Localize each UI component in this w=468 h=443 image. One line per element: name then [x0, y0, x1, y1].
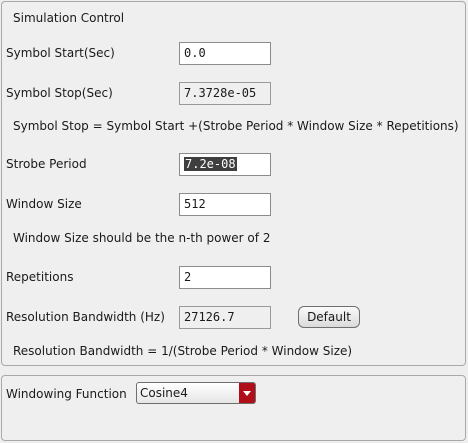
- symbol-start-label: Symbol Start(Sec): [6, 46, 115, 60]
- symbol-stop-field: 7.3728e-05: [179, 82, 271, 105]
- window-size-note: Window Size should be the n-th power of …: [13, 231, 271, 245]
- resolution-bandwidth-formula-note: Resolution Bandwidth = 1/(Strobe Period …: [13, 344, 353, 358]
- default-button[interactable]: Default: [298, 306, 360, 328]
- symbol-stop-formula-note: Symbol Stop = Symbol Start +(Strobe Peri…: [13, 119, 459, 133]
- repetitions-input[interactable]: 2: [179, 266, 271, 289]
- chevron-down-icon[interactable]: [239, 383, 255, 403]
- window-size-input[interactable]: 512: [179, 193, 271, 216]
- resolution-bandwidth-label: Resolution Bandwidth (Hz): [6, 310, 165, 324]
- symbol-start-input[interactable]: 0.0: [179, 42, 271, 65]
- window-size-label: Window Size: [6, 197, 82, 211]
- windowing-function-value: Cosine4: [140, 386, 188, 400]
- repetitions-label: Repetitions: [6, 270, 74, 284]
- strobe-period-label: Strobe Period: [6, 157, 87, 171]
- strobe-period-selected-text: 7.2e-08: [184, 157, 237, 171]
- windowing-function-dropdown[interactable]: Cosine4: [136, 382, 256, 404]
- windowing-function-label: Windowing Function: [6, 387, 127, 401]
- simulation-control-panel: Simulation Control Symbol Start(Sec) 0.0…: [1, 1, 466, 366]
- resolution-bandwidth-field: 27126.7: [179, 306, 271, 329]
- strobe-period-input[interactable]: 7.2e-08: [179, 153, 271, 176]
- panel-title: Simulation Control: [13, 11, 125, 25]
- symbol-stop-label: Symbol Stop(Sec): [6, 86, 113, 100]
- windowing-panel: Windowing Function Cosine4: [1, 375, 466, 441]
